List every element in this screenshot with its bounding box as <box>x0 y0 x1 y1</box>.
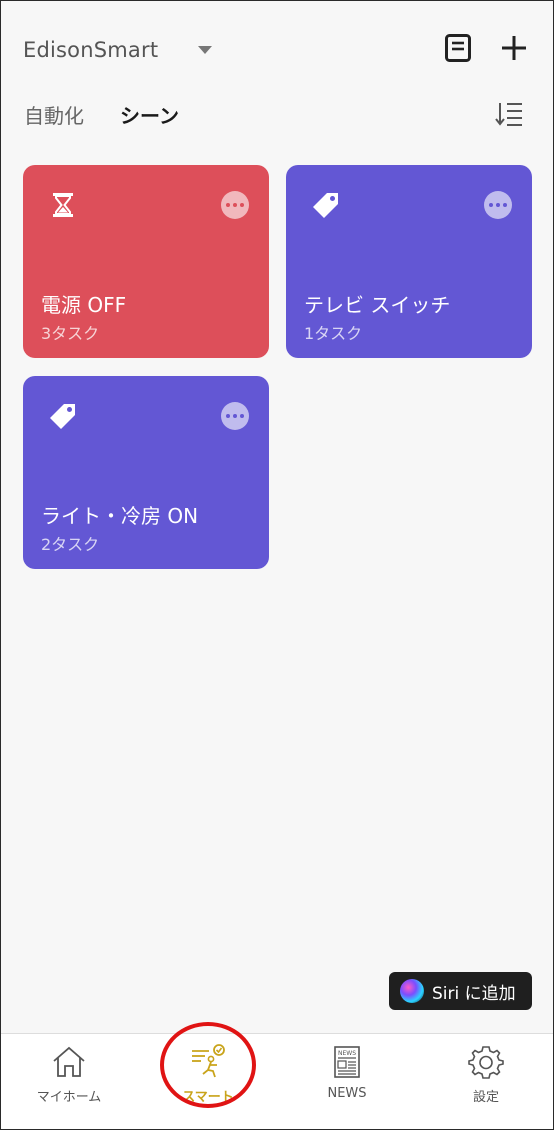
scene-title: テレビ スイッチ <box>304 293 451 317</box>
tab-news[interactable]: NEWS NEWS <box>287 1042 407 1122</box>
scene-card-power-off[interactable]: 電源 OFF 3タスク <box>23 165 269 358</box>
siri-icon <box>400 979 424 1003</box>
tab-automation[interactable]: 自動化 <box>24 100 84 129</box>
scene-task-count: 2タスク <box>41 535 100 554</box>
more-button[interactable] <box>484 191 512 219</box>
hourglass-icon <box>53 193 73 217</box>
scene-title: 電源 OFF <box>41 293 127 317</box>
tag-icon <box>313 193 338 218</box>
scene-card-tv-switch[interactable]: テレビ スイッチ 1タスク <box>286 165 532 358</box>
siri-label: Siri に追加 <box>432 983 516 1004</box>
tab-label: マイホーム <box>36 1090 102 1105</box>
chevron-down-icon <box>198 46 213 54</box>
tab-label: 設定 <box>472 1090 499 1105</box>
home-icon <box>53 1046 85 1077</box>
svg-text:NEWS: NEWS <box>338 1050 356 1057</box>
more-button[interactable] <box>221 191 249 219</box>
smart-icon <box>192 1044 225 1078</box>
tab-bar: マイホーム スマート NEWS NEWS 設定 <box>0 1033 554 1130</box>
home-selector[interactable]: EdisonSmart <box>23 30 213 70</box>
scene-task-count: 3タスク <box>41 324 100 343</box>
tab-settings[interactable]: 設定 <box>426 1042 546 1122</box>
tab-label: NEWS <box>327 1086 367 1101</box>
scene-title: ライト・冷房 ON <box>41 504 199 528</box>
scene-card-light-cooler-on[interactable]: ライト・冷房 ON 2タスク <box>23 376 269 569</box>
more-button[interactable] <box>221 402 249 430</box>
log-button[interactable] <box>441 30 475 66</box>
header: EdisonSmart 自動化 シーン <box>0 0 554 150</box>
scene-task-count: 1タスク <box>304 324 363 343</box>
document-icon <box>445 34 471 62</box>
add-button[interactable] <box>497 30 531 66</box>
tab-smart[interactable]: スマート <box>148 1042 268 1122</box>
plus-icon <box>502 36 526 60</box>
tab-my-home[interactable]: マイホーム <box>9 1042 129 1122</box>
news-icon: NEWS <box>334 1046 360 1078</box>
tab-label: スマート <box>182 1090 234 1105</box>
sort-icon <box>495 103 522 126</box>
tag-icon <box>50 404 75 429</box>
add-to-siri-button[interactable]: Siri に追加 <box>389 972 532 1010</box>
segment-tabs: 自動化 シーン <box>24 100 179 129</box>
gear-icon <box>468 1046 504 1079</box>
tab-scene[interactable]: シーン <box>120 100 179 129</box>
sort-button[interactable] <box>492 99 526 129</box>
home-name: EdisonSmart <box>23 38 159 62</box>
